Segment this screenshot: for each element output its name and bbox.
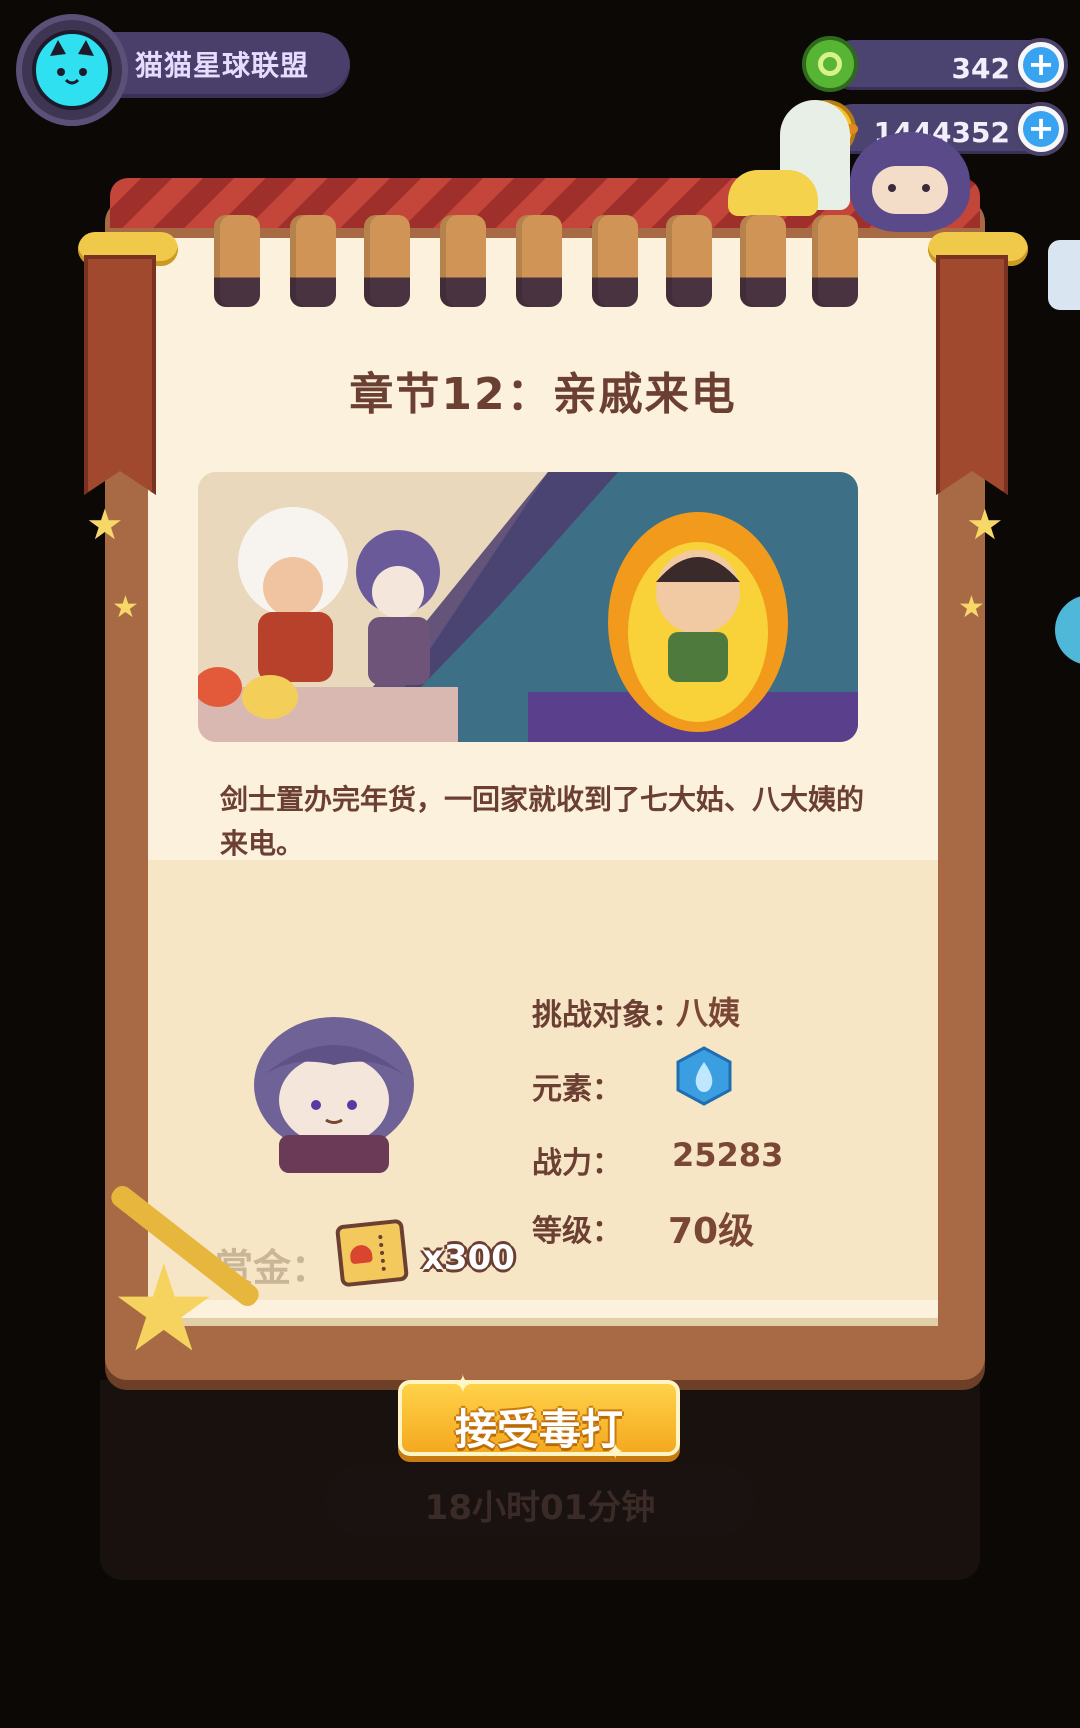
accept-challenge-button[interactable]: 接受毒打	[398, 1380, 680, 1456]
spiral-ring	[812, 215, 858, 307]
star-icon: ★	[86, 500, 124, 549]
currency-green-value: 342	[951, 52, 1010, 85]
side-event-tab[interactable]	[1055, 595, 1080, 665]
plus-icon: +	[1027, 45, 1055, 83]
reward-count: x300	[422, 1238, 515, 1278]
power-value: 25283	[672, 1136, 784, 1174]
sparkle-icon: ✦	[452, 1370, 474, 1400]
spiral-ring	[440, 215, 486, 307]
green-coin-icon	[802, 36, 858, 92]
side-menu-tab[interactable]	[1048, 240, 1080, 310]
spiral-ring	[364, 215, 410, 307]
chapter-illustration	[198, 472, 858, 742]
level-value: 70级	[668, 1211, 755, 1252]
target-name: 八姨	[676, 994, 741, 1032]
banner-left	[84, 255, 156, 495]
sparkle-icon: ✦	[606, 1440, 625, 1465]
power-label: 战力：	[532, 1146, 622, 1181]
water-drop-icon	[676, 1046, 732, 1106]
accept-challenge-label: 接受毒打	[454, 1405, 623, 1454]
spiral-ring	[214, 215, 260, 307]
spiral-ring	[290, 215, 336, 307]
cat-face-icon	[50, 40, 94, 85]
element-label: 元素：	[532, 1072, 622, 1107]
add-green-currency-button[interactable]: +	[1014, 38, 1068, 92]
target-label: 挑战对象：	[532, 998, 682, 1033]
spiral-ring	[592, 215, 638, 307]
boss-portrait[interactable]	[244, 1005, 424, 1175]
spiral-ring	[516, 215, 562, 307]
spiral-ring	[740, 215, 786, 307]
ticket-icon	[334, 1218, 410, 1288]
banner-right	[936, 255, 1008, 495]
blob-decoration	[728, 170, 818, 216]
refresh-timer: 18小时01分钟	[325, 1464, 755, 1536]
star-icon: ★	[958, 590, 985, 625]
refresh-timer-text: 18小时01分钟	[424, 1488, 656, 1528]
mascot-decoration	[850, 132, 970, 232]
add-gold-currency-button[interactable]: +	[1014, 102, 1068, 156]
star-badge-icon: ★	[110, 1240, 218, 1379]
chapter-story-text: 剑士置办完年货，一回家就收到了七大姑、八大姨的来电。	[220, 783, 865, 860]
guild-avatar[interactable]	[32, 30, 112, 110]
chapter-title: 章节12：亲戚来电	[349, 369, 737, 420]
level-label: 等级：	[532, 1214, 622, 1249]
star-icon: ★	[112, 590, 139, 625]
spiral-ring	[666, 215, 712, 307]
plus-icon: +	[1027, 109, 1055, 147]
star-icon: ★	[966, 500, 1004, 549]
guild-name: 猫猫星球联盟	[135, 49, 310, 82]
